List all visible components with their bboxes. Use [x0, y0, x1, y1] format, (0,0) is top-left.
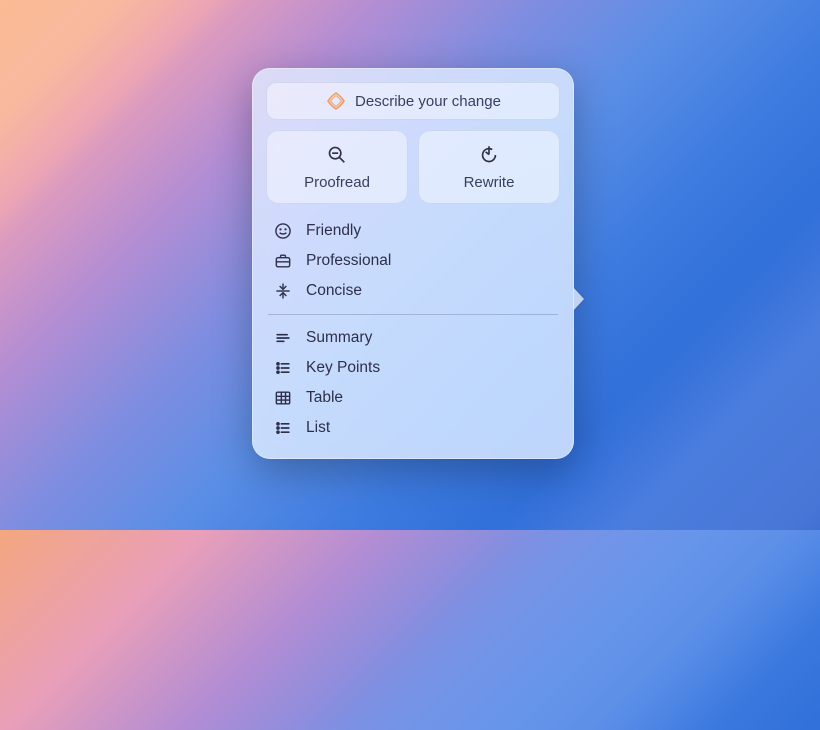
menu-item-label: Table [306, 389, 343, 407]
describe-change-button[interactable]: Describe your change [266, 82, 560, 120]
briefcase-icon [272, 250, 294, 272]
format-list: Summary Key Points [266, 323, 560, 443]
menu-item-label: Professional [306, 252, 391, 270]
proofread-label: Proofread [304, 174, 370, 191]
keypoints-icon [272, 357, 294, 379]
describe-change-label: Describe your change [355, 93, 501, 110]
menu-item-label: List [306, 419, 330, 437]
professional-item[interactable]: Professional [266, 246, 560, 276]
keypoints-item[interactable]: Key Points [266, 353, 560, 383]
divider [268, 314, 558, 315]
intelligence-icon [325, 90, 347, 112]
menu-item-label: Summary [306, 329, 372, 347]
rewrite-label: Rewrite [464, 174, 515, 191]
menu-item-label: Friendly [306, 222, 361, 240]
table-icon [272, 387, 294, 409]
proofread-button[interactable]: Proofread [266, 130, 408, 204]
list-icon [272, 417, 294, 439]
list-item[interactable]: List [266, 413, 560, 443]
friendly-item[interactable]: Friendly [266, 216, 560, 246]
smile-icon [272, 220, 294, 242]
popover-arrow [573, 287, 584, 311]
concise-item[interactable]: Concise [266, 276, 560, 306]
summary-item[interactable]: Summary [266, 323, 560, 353]
rewrite-icon [478, 144, 500, 166]
rewrite-button[interactable]: Rewrite [418, 130, 560, 204]
tone-list: Friendly Professional [266, 216, 560, 306]
writing-tools-popover: Describe your change Proofread Rewri [252, 68, 574, 459]
menu-item-label: Key Points [306, 359, 380, 377]
concise-icon [272, 280, 294, 302]
proofread-icon [326, 144, 348, 166]
table-item[interactable]: Table [266, 383, 560, 413]
menu-item-label: Concise [306, 282, 362, 300]
summary-icon [272, 327, 294, 349]
